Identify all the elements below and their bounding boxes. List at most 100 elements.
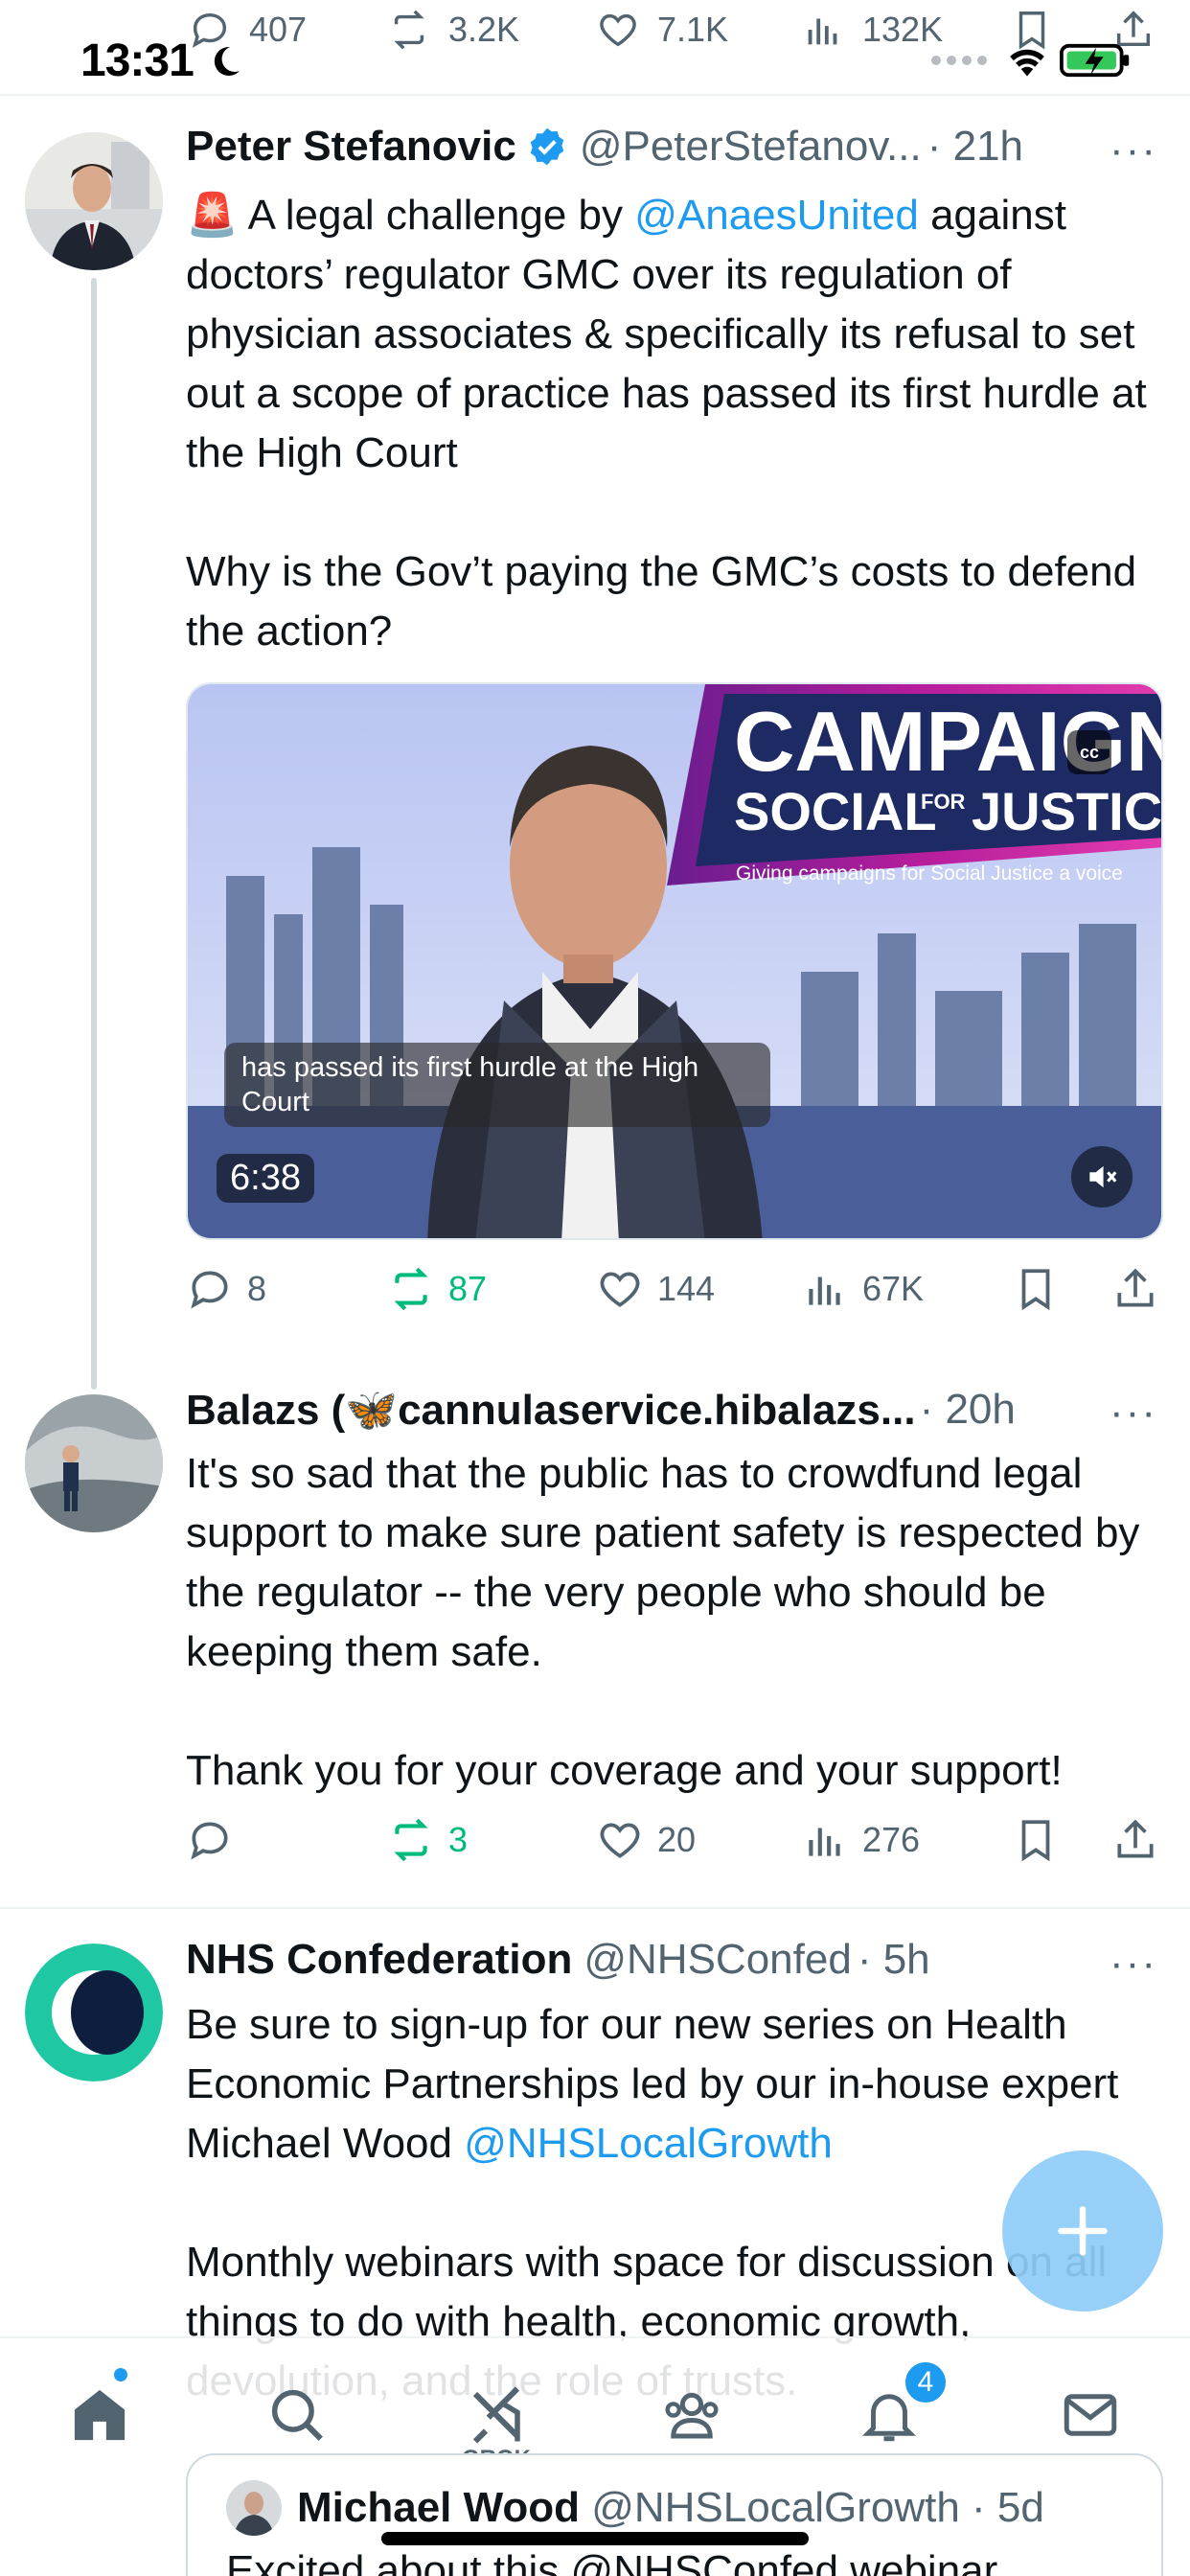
- like-count: 7.1K: [657, 10, 729, 49]
- views-action[interactable]: 132K: [801, 8, 943, 52]
- nav-communities[interactable]: [653, 2377, 730, 2453]
- banner-subtitle-for: FOR: [921, 790, 966, 814]
- video-player[interactable]: CAMPAIGN SOCIAL FOR JUSTICE Giving campa…: [186, 682, 1163, 1240]
- quoted-text: Excited about this @NHSConfed webinar: [226, 2547, 998, 2576]
- bookmark-icon: [1021, 1269, 1050, 1311]
- repost-icon: [394, 1818, 428, 1862]
- tweet-actions: 3 20 276: [186, 1816, 1161, 1874]
- views-chart-icon: [808, 18, 837, 45]
- tweet-divider: [0, 1907, 1190, 1909]
- mention-link[interactable]: @AnaesUnited: [634, 192, 919, 239]
- like-button[interactable]: 20: [596, 1816, 696, 1864]
- views-count: 276: [862, 1820, 921, 1859]
- verified-badge-icon: [530, 127, 564, 166]
- status-indicators: [931, 42, 1133, 79]
- bookmark-button[interactable]: [1012, 1265, 1060, 1313]
- like-action[interactable]: 7.1K: [596, 8, 728, 52]
- mention-link[interactable]: @NHSLocalGrowth: [464, 2120, 833, 2167]
- author-handle[interactable]: @PeterStefanov...: [580, 123, 922, 171]
- tweet-balazs[interactable]: Balazs (🦋cannulaservice.hibalazs... · 20…: [0, 1385, 1190, 1912]
- share-button[interactable]: [1111, 1265, 1159, 1313]
- compose-button[interactable]: [1002, 2150, 1163, 2312]
- nav-messages[interactable]: [1052, 2377, 1129, 2453]
- tweet-header: Peter Stefanovic @PeterStefanov... · 21h: [186, 123, 1161, 171]
- share-button[interactable]: [1111, 1816, 1159, 1864]
- heart-icon: [600, 1272, 640, 1307]
- notifications-badge: 4: [903, 2359, 949, 2405]
- author-name[interactable]: Peter Stefanovic: [186, 123, 516, 171]
- signal-dots-icon: [931, 56, 987, 65]
- video-duration: 6:38: [217, 1154, 314, 1203]
- wifi-icon: [1010, 49, 1044, 77]
- reply-count: 8: [247, 1269, 267, 1308]
- tweet-header: NHS Confederation @NHSConfed · 5h: [186, 1936, 1161, 1984]
- banner-tagline: Giving campaigns for Social Justice a vo…: [736, 862, 1123, 885]
- communities-icon: [665, 2392, 719, 2439]
- reply-icon: [191, 1822, 228, 1860]
- author-name[interactable]: NHS Confederation: [186, 1936, 572, 1984]
- tweet-text-part: 🚨 A legal challenge by: [186, 192, 635, 239]
- tweet-text: It's so sad that the public has to crowd…: [186, 1450, 1140, 1794]
- share-icon: [1117, 1819, 1154, 1858]
- video-caption: has passed its first hurdle at the High …: [224, 1043, 770, 1127]
- mute-button[interactable]: [1071, 1146, 1133, 1208]
- video-frame: CAMPAIGN SOCIAL FOR JUSTICE Giving campa…: [188, 684, 1163, 1238]
- closed-captions-button[interactable]: cc: [1067, 730, 1111, 774]
- repost-icon: [394, 1267, 428, 1311]
- tweet-time[interactable]: · 5h: [858, 1936, 930, 1984]
- nav-grok[interactable]: [458, 2377, 535, 2453]
- reply-button[interactable]: 8: [186, 1265, 266, 1313]
- tweet-time[interactable]: · 20h: [920, 1386, 1016, 1434]
- home-indicator[interactable]: [381, 2532, 809, 2545]
- views-count: 67K: [862, 1269, 925, 1308]
- grok-icon: [472, 2386, 520, 2444]
- more-options-icon[interactable]: ···: [1110, 1389, 1157, 1437]
- avatar[interactable]: [25, 1394, 163, 1532]
- plus-icon: [1058, 2206, 1108, 2256]
- nav-home[interactable]: [61, 2377, 138, 2453]
- tweet-time[interactable]: · 21h: [927, 123, 1023, 171]
- moon-icon: [214, 46, 240, 76]
- thread-line: [91, 278, 97, 1390]
- like-button[interactable]: 144: [596, 1265, 715, 1313]
- banner-subtitle-justice: JUSTICE: [972, 781, 1163, 841]
- views-button[interactable]: 67K: [801, 1265, 924, 1313]
- quoted-tweet[interactable]: Michael Wood @NHSLocalGrowth · 5d Excite…: [186, 2453, 1163, 2576]
- home-notification-dot: [111, 2365, 130, 2384]
- envelope-icon: [1064, 2394, 1117, 2436]
- repost-button[interactable]: 87: [387, 1265, 487, 1313]
- quoted-header: Michael Wood @NHSLocalGrowth · 5d: [297, 2484, 1044, 2532]
- top-strip: 407 3.2K 7.1K 132K 13:31: [0, 0, 1190, 96]
- speaker-muted-icon: [1089, 1165, 1117, 1188]
- author-handle[interactable]: @NHSConfed: [584, 1936, 851, 1984]
- home-icon: [74, 2389, 126, 2441]
- quoted-author-handle: @NHSLocalGrowth: [591, 2484, 960, 2531]
- quoted-avatar: [226, 2480, 282, 2536]
- tweet-header: Balazs (🦋cannulaservice.hibalazs... · 20…: [186, 1385, 1161, 1435]
- tweet-actions: 8 87 144 67K: [186, 1265, 1161, 1322]
- bookmark-button[interactable]: [1012, 1816, 1060, 1864]
- nav-search[interactable]: [259, 2377, 335, 2453]
- heart-icon: [600, 13, 636, 47]
- tweet-peter-stefanovic[interactable]: Peter Stefanovic @PeterStefanov... · 21h…: [0, 96, 1190, 1390]
- more-options-icon[interactable]: ···: [1110, 1940, 1157, 1988]
- avatar[interactable]: [25, 1944, 163, 2082]
- repost-action[interactable]: 3.2K: [387, 8, 519, 52]
- tweet-text: 🚨 A legal challenge by @AnaesUnited agai…: [186, 186, 1161, 661]
- search-icon: [271, 2389, 323, 2441]
- like-count: 20: [657, 1820, 697, 1859]
- repost-button[interactable]: 3: [387, 1816, 468, 1864]
- more-options-icon[interactable]: ···: [1110, 126, 1157, 174]
- quoted-author-name: Michael Wood: [297, 2484, 580, 2531]
- views-button[interactable]: 276: [801, 1816, 920, 1864]
- reply-button[interactable]: [186, 1816, 247, 1864]
- avatar[interactable]: [25, 132, 163, 270]
- views-chart-icon: [809, 1276, 840, 1305]
- share-icon: [1117, 1268, 1154, 1307]
- bookmark-icon: [1021, 1820, 1050, 1862]
- battery-charging-icon: [1060, 43, 1130, 78]
- repost-count: 3: [448, 1820, 469, 1859]
- repost-count: 87: [448, 1269, 488, 1308]
- repost-icon: [394, 10, 424, 50]
- author-name[interactable]: Balazs (🦋cannulaservice.hibalazs...: [186, 1385, 916, 1435]
